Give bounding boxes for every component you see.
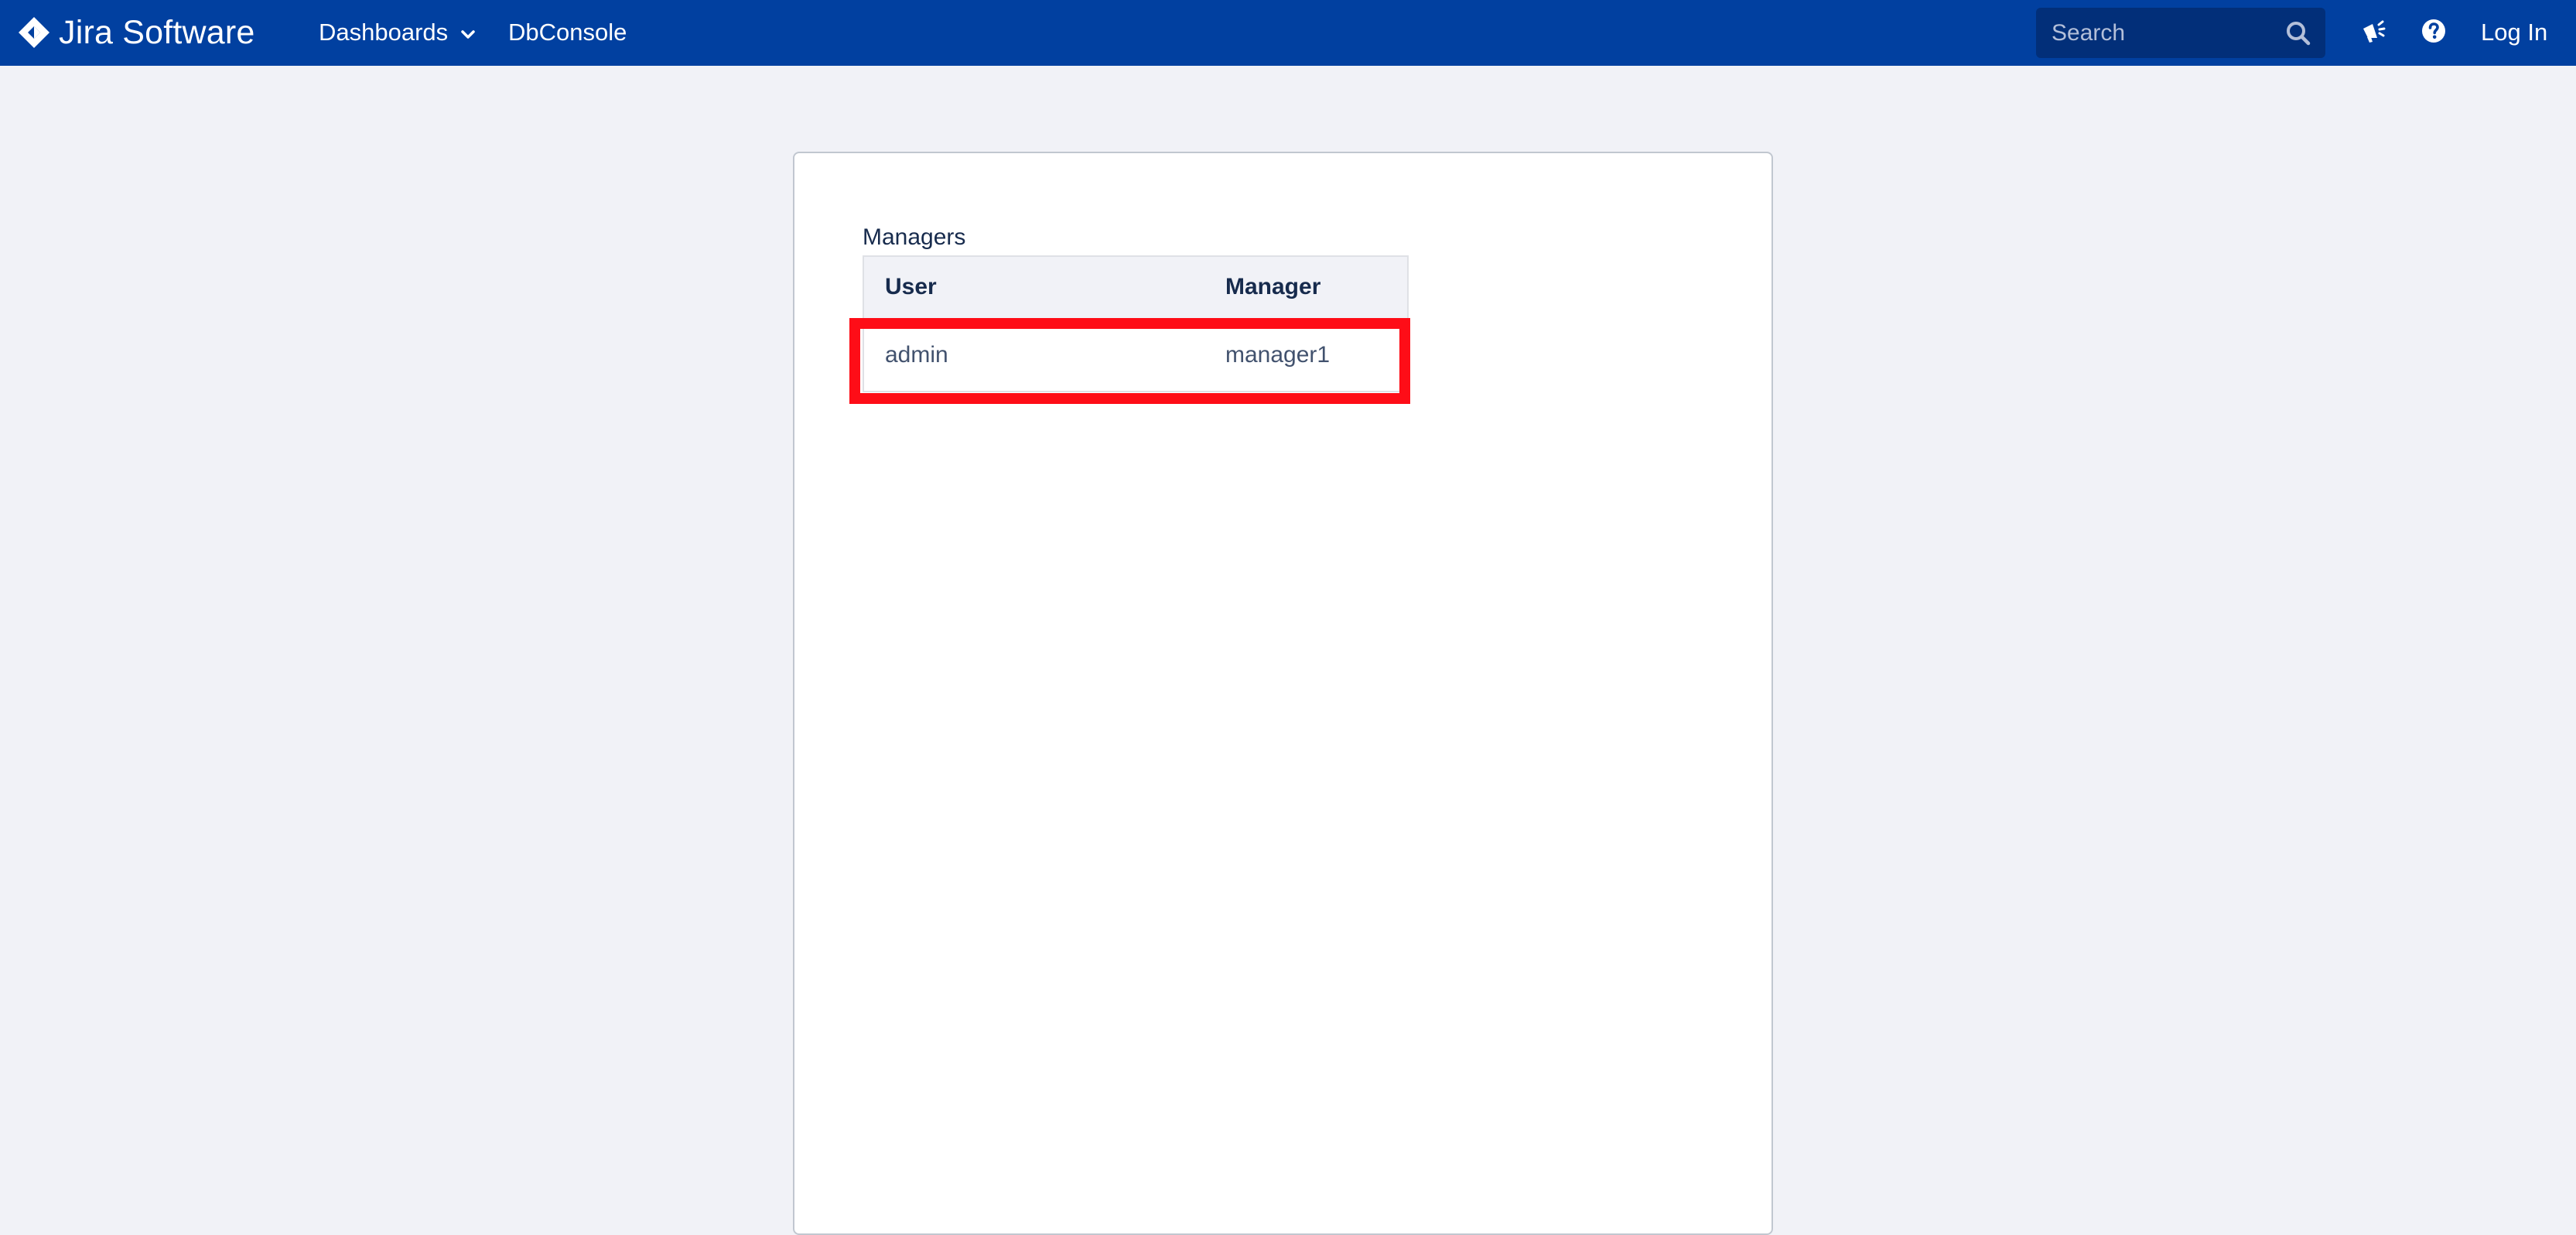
search-box [2036, 8, 2325, 58]
managers-table: User Manager admin manager1 [863, 255, 1409, 392]
login-link[interactable]: Log In [2481, 15, 2547, 50]
search-input[interactable] [2036, 8, 2325, 58]
dbconsole-label: DbConsole [508, 19, 627, 46]
user-cell: admin [885, 342, 948, 368]
help-button[interactable] [2418, 17, 2449, 48]
dashboards-menu[interactable]: Dashboards [319, 15, 476, 50]
jira-logo-link[interactable]: Jira Software [17, 12, 255, 53]
top-navigation-bar: Jira Software Dashboards DbConsole Searc… [0, 0, 2576, 66]
jira-diamond-icon [17, 15, 51, 50]
managers-table-caption: Managers [863, 224, 966, 250]
help-icon [2421, 18, 2447, 48]
dashboards-menu-label: Dashboards [319, 19, 449, 46]
column-header-user: User [885, 274, 937, 299]
column-header-manager: Manager [1225, 274, 1321, 299]
megaphone-icon [2360, 18, 2386, 48]
table-header-row: User Manager [864, 257, 1407, 322]
dbconsole-link[interactable]: DbConsole [508, 15, 627, 50]
announcements-button[interactable] [2358, 17, 2389, 48]
table-row[interactable]: admin manager1 [864, 322, 1407, 391]
login-label: Log In [2481, 19, 2548, 46]
product-name: Jira Software [59, 13, 255, 51]
search-icon[interactable] [2285, 20, 2311, 46]
manager-cell: manager1 [1225, 342, 1331, 368]
chevron-down-icon [460, 19, 476, 46]
